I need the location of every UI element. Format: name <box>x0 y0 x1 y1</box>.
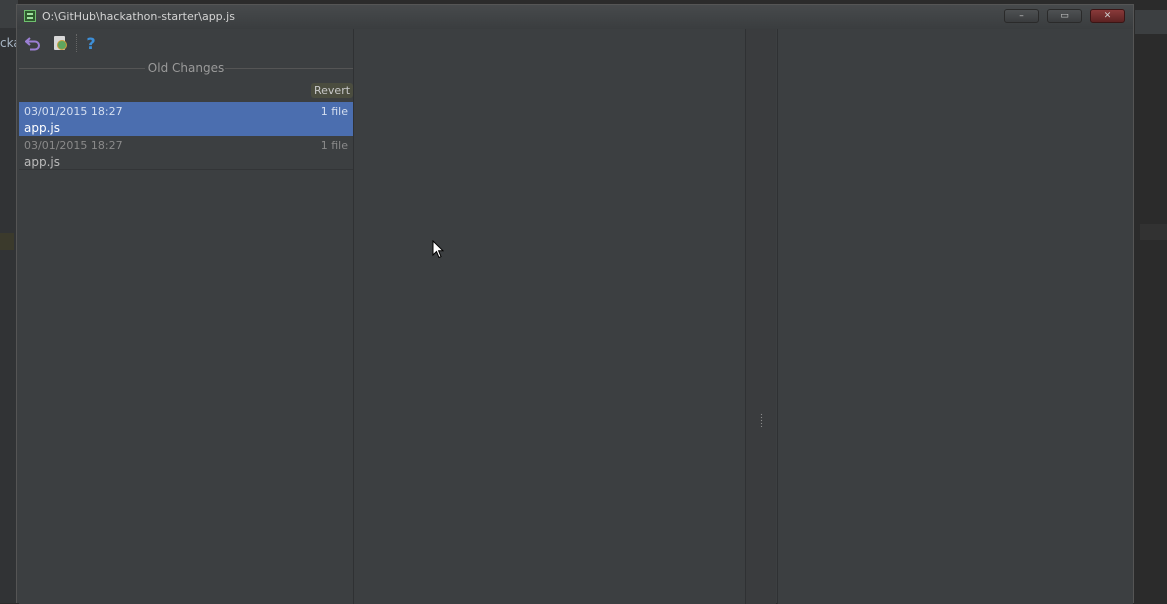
revision-file-count: 1 file <box>320 105 348 118</box>
background-ide-tabbar <box>1135 10 1167 35</box>
revision-date: 03/01/2015 18:27 <box>24 105 123 118</box>
app-icon <box>24 10 36 22</box>
revision-row-1[interactable]: 03/01/2015 18:27 1 file app.js <box>19 102 353 136</box>
toolbar-separator <box>76 34 78 52</box>
revision-list: 03/01/2015 18:27 1 file app.js 03/01/201… <box>19 102 353 170</box>
background-ide-right <box>1135 0 1167 603</box>
background-ide-line-highlight <box>1140 224 1167 240</box>
revision-date: 03/01/2015 18:27 <box>24 139 123 152</box>
patch-document-icon <box>53 36 67 50</box>
create-patch-icon[interactable] <box>49 33 69 53</box>
revision-file-name: app.js <box>24 121 60 135</box>
revert-button[interactable]: Revert <box>311 83 354 98</box>
window-title: O:\GitHub\hackathon-starter\app.js <box>42 10 235 23</box>
title-bar[interactable]: O:\GitHub\hackathon-starter\app.js – ▭ ✕ <box>17 5 1133 29</box>
mouse-cursor-icon <box>432 240 444 259</box>
maximize-button[interactable]: ▭ <box>1047 9 1082 23</box>
diff-gutter <box>746 29 776 604</box>
undo-arrow-svg <box>25 37 40 51</box>
diff-splitter-handle[interactable] <box>760 413 763 427</box>
old-changes-header: Old Changes <box>19 59 353 77</box>
help-icon[interactable]: ? <box>81 33 101 53</box>
revision-row-2[interactable]: 03/01/2015 18:27 1 file app.js <box>19 136 353 170</box>
diff-pane-after[interactable] <box>778 29 1133 604</box>
undo-arrow-icon[interactable] <box>23 33 43 53</box>
history-toolbar: ? <box>17 29 354 57</box>
revision-file-name: app.js <box>24 155 60 169</box>
close-button[interactable]: ✕ <box>1090 9 1125 23</box>
diff-pane-before[interactable] <box>354 29 745 604</box>
revisions-panel: Old Changes Revert 03/01/2015 18:27 1 fi… <box>19 59 354 604</box>
header-line-right <box>225 68 353 69</box>
background-ide-highlight <box>0 233 14 250</box>
minimize-button[interactable]: – <box>1004 9 1039 23</box>
revision-file-count: 1 file <box>320 139 348 152</box>
local-history-window: O:\GitHub\hackathon-starter\app.js – ▭ ✕… <box>16 4 1134 604</box>
